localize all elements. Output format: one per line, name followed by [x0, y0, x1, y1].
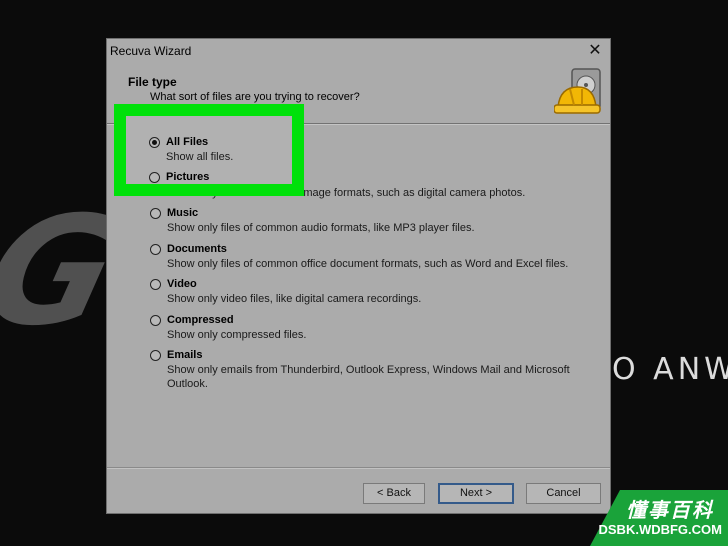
page-title: File type: [128, 75, 177, 89]
page-subtitle: What sort of files are you trying to rec…: [150, 91, 360, 103]
window-title: Recuva Wizard: [110, 44, 192, 58]
option-label: Emails: [167, 349, 203, 361]
radio-emails[interactable]: [150, 350, 161, 361]
option-description: Show only video files, like digital came…: [167, 293, 422, 305]
footer-separator: [107, 467, 610, 469]
radio-pictures-highlighted[interactable]: [149, 172, 160, 183]
radio-music[interactable]: [150, 208, 161, 219]
watermark-badge: 懂事百科 DSBK.WDBFG.COM: [590, 490, 728, 546]
radio-all-files-highlighted[interactable]: [149, 137, 160, 148]
radio-compressed[interactable]: [150, 315, 161, 326]
all-files-highlight-box: All Files Show all files. Pictures: [114, 104, 304, 196]
back-button[interactable]: < Back: [363, 483, 425, 504]
option-description: Show only files of common audio formats,…: [167, 222, 475, 234]
option-description: Show only files of common office documen…: [167, 258, 569, 270]
option-description: Show only compressed files.: [167, 329, 307, 341]
next-button[interactable]: Next >: [438, 483, 514, 504]
option-label: Video: [167, 278, 197, 290]
radio-video[interactable]: [150, 279, 161, 290]
radio-documents[interactable]: [150, 244, 161, 255]
close-button[interactable]: ✕: [580, 39, 610, 63]
watermark-chinese-text: 懂事百科: [626, 500, 714, 522]
title-bar[interactable]: Recuva Wizard ✕: [107, 39, 610, 63]
option-label: Compressed: [167, 314, 234, 326]
option-description: Show only emails from Thunderbird, Outlo…: [167, 364, 570, 390]
hard-drive-helmet-icon: [554, 68, 601, 114]
option-label: All Files: [166, 136, 209, 148]
option-label: Pictures: [166, 171, 210, 183]
option-label: Documents: [167, 243, 227, 255]
watermark-url-text: DSBK.WDBFG.COM: [598, 522, 723, 537]
option-label: Music: [167, 207, 199, 219]
option-description: Show all files.: [166, 151, 234, 163]
